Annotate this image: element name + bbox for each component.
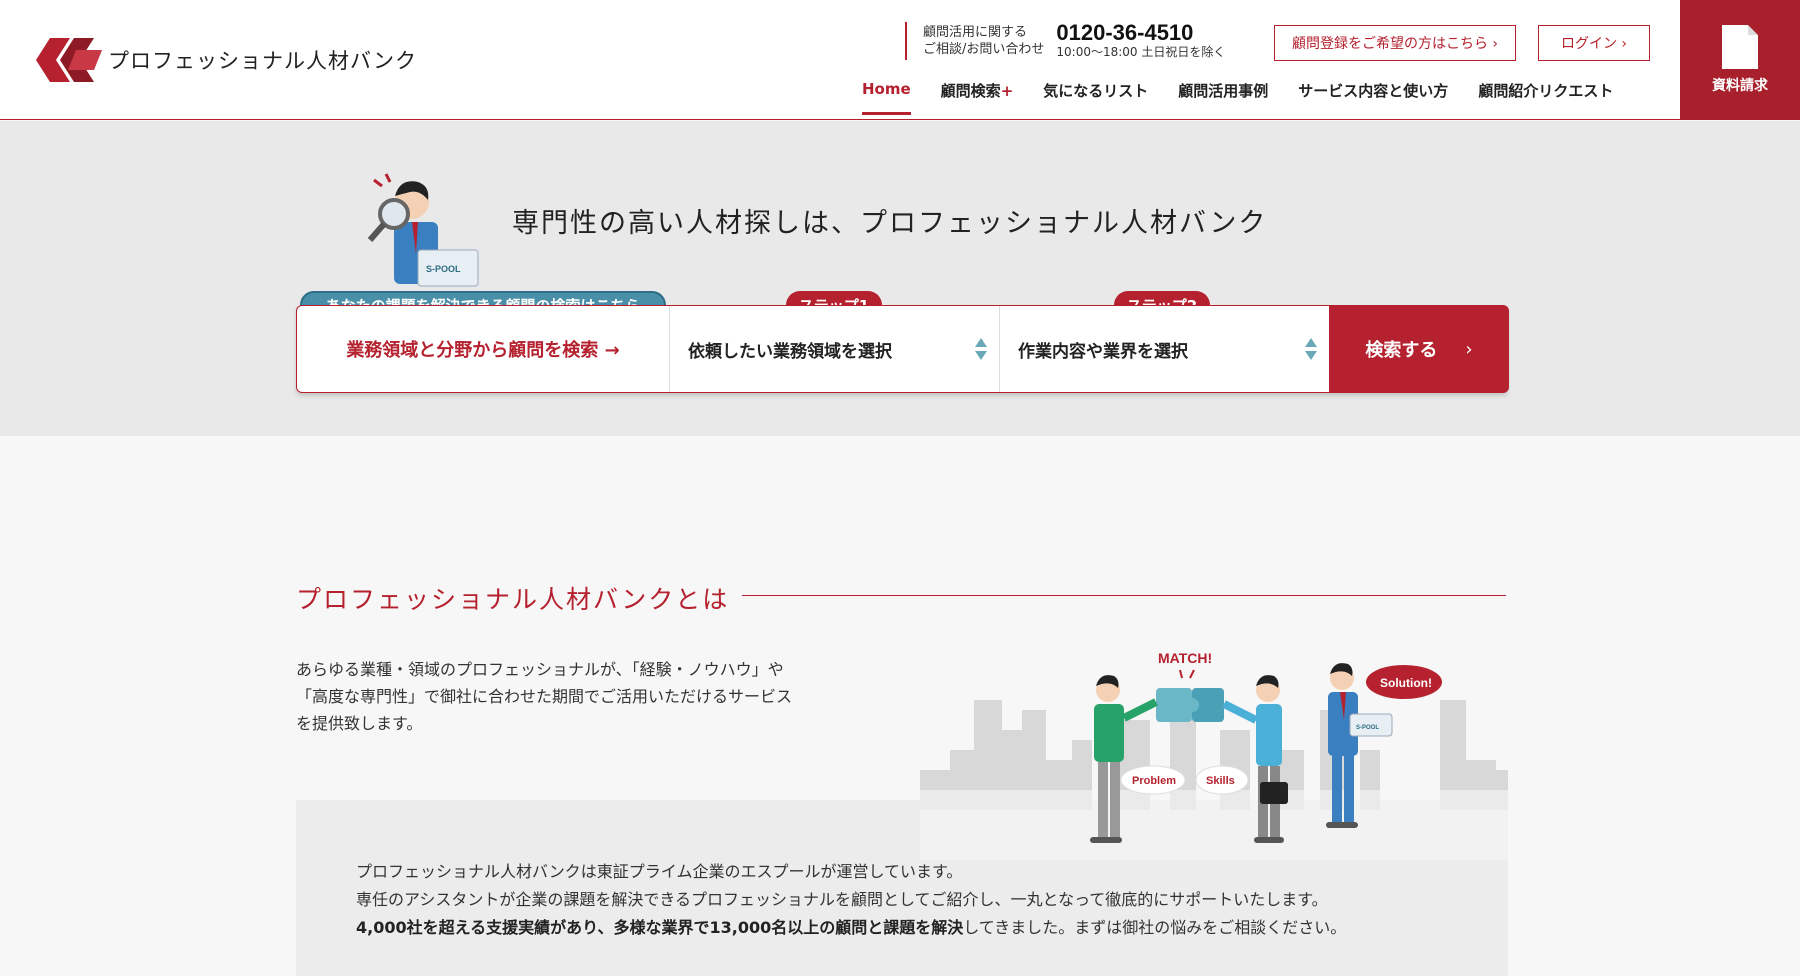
- logo[interactable]: プロフェッショナル人材バンク: [36, 38, 417, 82]
- nav-referral-request[interactable]: 顧問紹介リクエスト: [1478, 80, 1613, 115]
- spool-label: S-POOL: [1356, 725, 1379, 731]
- advisor-search-bar: 業務領域と分野から顧問を検索 → 依頼したい業務領域を選択 作業内容や業界を選択…: [296, 305, 1509, 393]
- advisor-register-button[interactable]: 顧問登録をご希望の方はこちら ›: [1274, 25, 1516, 61]
- domain-select-value: 依頼したい業務領域を選択: [688, 341, 892, 362]
- contact-label: 顧問活用に関する ご相談/お問い合わせ: [923, 24, 1044, 58]
- search-by-area-segment: 業務領域と分野から顧問を検索 →: [297, 306, 669, 392]
- contact-tel: 0120-36-4510 10:00～18:00 土日祝日を除く: [1056, 22, 1225, 60]
- document-icon: [1722, 25, 1758, 69]
- problem-label: Problem: [1132, 775, 1176, 787]
- select-updown-icon: [1305, 338, 1317, 360]
- info-line3: 4,000社を超える支援実績があり、多様な業界で13,000名以上の顧問と課題を…: [356, 914, 1346, 942]
- site-header: プロフェッショナル人材バンク 顧問活用に関する ご相談/お問い合わせ 0120-…: [0, 0, 1800, 120]
- about-desc-line3: を提供致します。: [296, 714, 423, 733]
- match-label: MATCH!: [1158, 650, 1212, 666]
- search-by-area-link[interactable]: 業務領域と分野から顧問を検索 →: [346, 336, 619, 362]
- contact-label-line1: 顧問活用に関する: [923, 25, 1028, 40]
- about-description: あらゆる業種・領域のプロフェッショナルが、「経験・ノウハウ」や 「高度な専門性」…: [296, 656, 836, 737]
- nav-case-studies[interactable]: 顧問活用事例: [1178, 80, 1268, 115]
- nav-home[interactable]: Home: [862, 80, 911, 115]
- solution-label: Solution!: [1380, 676, 1432, 690]
- about-desc-line2: 「高度な専門性」で御社に合わせた期間でご活用いただけるサービス: [296, 687, 793, 706]
- nav-favorites[interactable]: 気になるリスト: [1043, 80, 1148, 115]
- work-select-value: 作業内容や業界を選択: [1018, 341, 1188, 362]
- nav-advisor-search[interactable]: 顧問検索+: [941, 80, 1014, 115]
- logo-text: プロフェッショナル人材バンク: [108, 49, 418, 73]
- info-line3-rest: してきました。まずは御社の悩みをご相談ください。: [963, 918, 1347, 937]
- domain-select[interactable]: 依頼したい業務領域を選択: [669, 306, 999, 392]
- info-line2: 専任のアシスタントが企業の課題を解決できるプロフェッショナルを顧問としてご紹介し…: [356, 890, 1328, 909]
- work-select[interactable]: 作業内容や業界を選択: [999, 306, 1329, 392]
- select-updown-icon: [975, 338, 987, 360]
- laptop-label: S-POOL: [426, 264, 461, 274]
- search-button-label: 検索する: [1365, 340, 1438, 361]
- main-nav: Home 顧問検索+ 気になるリスト 顧問活用事例 サービス内容と使い方 顧問紹…: [862, 80, 1643, 115]
- hero-title: 専門性の高い人材探しは、プロフェッショナル人材バンク: [512, 208, 1268, 239]
- info-line1: プロフェッショナル人材バンクは東証プライム企業のエスプールが運営しています。: [356, 862, 963, 881]
- nav-advisor-search-label: 顧問検索: [940, 82, 1001, 100]
- info-line3-bold: 4,000社を超える支援実績があり、多様な業界で13,000名以上の顧問と課題を…: [356, 918, 964, 937]
- skills-label: Skills: [1206, 775, 1235, 787]
- document-request-button[interactable]: 資料請求: [1680, 0, 1800, 120]
- login-button[interactable]: ログイン ›: [1538, 25, 1650, 61]
- title-divider: [742, 595, 1506, 596]
- contact-info: 顧問活用に関する ご相談/お問い合わせ 0120-36-4510 10:00～1…: [905, 22, 1225, 60]
- chevron-right-icon: ›: [1465, 338, 1473, 360]
- logo-mark-icon: [36, 38, 102, 82]
- about-desc-line1: あらゆる業種・領域のプロフェッショナルが、「経験・ノウハウ」や: [296, 660, 784, 679]
- search-button[interactable]: 検索する ›: [1329, 305, 1509, 393]
- tel-number[interactable]: 0120-36-4510: [1056, 22, 1225, 44]
- about-section-title: プロフェッショナル人材バンクとは: [296, 585, 730, 614]
- contact-label-line2: ご相談/お問い合わせ: [923, 42, 1045, 57]
- document-request-label: 資料請求: [1712, 78, 1768, 94]
- magnifier-person-illustration: S-POOL: [367, 173, 479, 287]
- nav-service-usage[interactable]: サービス内容と使い方: [1298, 80, 1448, 115]
- match-illustration: MATCH! S-POOL Solution! Problem Skills: [920, 650, 1508, 860]
- plus-icon: +: [1000, 82, 1014, 100]
- tel-hours: 10:00～18:00 土日祝日を除く: [1056, 45, 1226, 59]
- company-info-text: プロフェッショナル人材バンクは東証プライム企業のエスプールが運営しています。 専…: [356, 858, 1346, 942]
